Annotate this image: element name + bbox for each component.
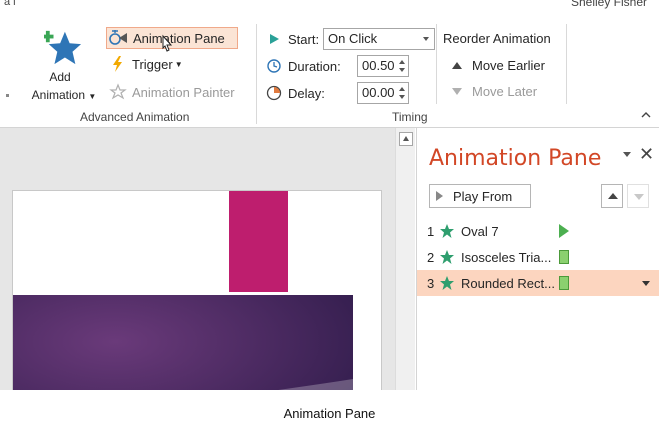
pane-options-chevron-icon[interactable]: [623, 152, 631, 157]
animation-list-item[interactable]: 1 Oval 7: [417, 218, 659, 244]
delay-label: Delay:: [288, 85, 325, 101]
animation-list-item[interactable]: 2 Isosceles Tria...: [417, 244, 659, 270]
timeline-marker: [559, 250, 569, 264]
duration-row: Duration:: [266, 55, 341, 77]
move-earlier-label: Move Earlier: [472, 58, 545, 73]
animation-pane-label: Animation Pane: [133, 30, 225, 46]
spin-up-icon[interactable]: [399, 87, 405, 91]
chevron-down-icon: [423, 37, 429, 41]
vertical-scrollbar[interactable]: [395, 128, 415, 390]
animation-painter-label: Animation Painter: [132, 84, 235, 100]
start-row: Start:: [266, 28, 319, 50]
start-select[interactable]: On Click: [323, 28, 435, 50]
animation-pane: Animation Pane ✕ Play From 1 Oval 7 2 Is…: [416, 128, 659, 390]
animation-pane-icon: [109, 30, 127, 45]
entrance-star-icon: [440, 224, 454, 238]
animation-name: Rounded Rect...: [461, 275, 555, 291]
pane-title: Animation Pane: [429, 146, 602, 171]
animation-number: 1: [427, 223, 435, 239]
trigger-label: Trigger: [132, 56, 173, 72]
play-icon: [436, 191, 443, 201]
add-animation-label-2: Animation ▼: [24, 88, 104, 102]
user-name[interactable]: Shelley Fisher: [571, 0, 647, 9]
animation-name: Isosceles Tria...: [461, 249, 552, 265]
delay-row: Delay:: [266, 82, 325, 104]
play-from-label: Play From: [453, 188, 513, 204]
triangle-down-icon: [452, 88, 462, 95]
animation-painter-button[interactable]: Animation Painter: [108, 81, 235, 103]
collapse-ribbon-icon[interactable]: [641, 110, 651, 120]
animation-number: 2: [427, 249, 435, 265]
animation-list-item-selected[interactable]: 3 Rounded Rect...: [417, 270, 659, 296]
animation-list: 1 Oval 7 2 Isosceles Tria... 3 Rounded R…: [417, 218, 659, 296]
move-up-button[interactable]: [601, 184, 623, 208]
delay-stepper[interactable]: 00.00: [357, 82, 409, 104]
chevron-down-icon: ▼: [88, 92, 97, 101]
delay-value: 00.00: [362, 85, 395, 100]
duration-value: 00.50: [362, 58, 395, 73]
add-animation-label-1: Add: [49, 70, 71, 84]
slide-background-graphic: [13, 295, 353, 390]
timeline-marker: [559, 276, 569, 290]
add-animation-label-2-text: Animation: [31, 88, 86, 102]
move-later-label: Move Later: [472, 84, 538, 99]
timing-group-label: Timing: [392, 110, 428, 124]
slide-canvas[interactable]: [12, 190, 382, 390]
animation-painter-icon: [109, 83, 127, 100]
top-left-text: a l: [4, 0, 16, 8]
entrance-star-icon: [440, 250, 454, 264]
start-label: Start:: [288, 31, 320, 47]
scroll-up-icon[interactable]: [399, 132, 413, 146]
entrance-star-icon: [440, 276, 454, 290]
close-icon[interactable]: ✕: [639, 144, 654, 165]
rounded-rectangle-shape[interactable]: [229, 191, 288, 292]
separator-dot: [6, 94, 9, 97]
figure-caption: Animation Pane: [283, 406, 376, 421]
clock-icon: [266, 58, 282, 74]
delay-icon: [266, 85, 282, 101]
spin-down-icon[interactable]: [399, 68, 405, 72]
spin-down-icon[interactable]: [399, 95, 405, 99]
advanced-animation-group-label: Advanced Animation: [80, 110, 190, 124]
start-value: On Click: [328, 31, 378, 46]
duration-label: Duration:: [288, 58, 341, 74]
title-strip: a l Shelley Fisher: [0, 0, 659, 18]
item-dropdown-icon[interactable]: [642, 281, 650, 286]
lightning-icon: [113, 56, 122, 72]
move-earlier-button[interactable]: Move Earlier: [452, 58, 545, 73]
ribbon-separator: [436, 24, 437, 104]
play-icon: [266, 31, 282, 47]
move-later-button[interactable]: Move Later: [452, 84, 537, 99]
ribbon-separator: [566, 24, 567, 104]
ribbon-left-edge: [0, 28, 10, 128]
slide-editing-area: [0, 128, 415, 390]
ribbon-separator: [256, 24, 257, 124]
add-animation-star-icon: [44, 30, 82, 65]
move-down-button[interactable]: [627, 184, 649, 208]
ribbon: a l Shelley Fisher Add Animation ▼ Anima…: [0, 0, 659, 128]
trigger-button[interactable]: Trigger ▼: [108, 53, 183, 75]
reorder-animation-title: Reorder Animation: [443, 31, 551, 46]
spin-up-icon[interactable]: [399, 60, 405, 64]
add-animation-button[interactable]: Add Animation ▼: [24, 28, 96, 112]
play-from-button[interactable]: Play From: [429, 184, 531, 208]
animation-name: Oval 7: [461, 223, 499, 239]
duration-stepper[interactable]: 00.50: [357, 55, 409, 77]
triangle-up-icon: [452, 62, 462, 69]
timeline-marker: [559, 224, 569, 238]
animation-number: 3: [427, 275, 435, 291]
chevron-down-icon: ▼: [174, 59, 183, 69]
